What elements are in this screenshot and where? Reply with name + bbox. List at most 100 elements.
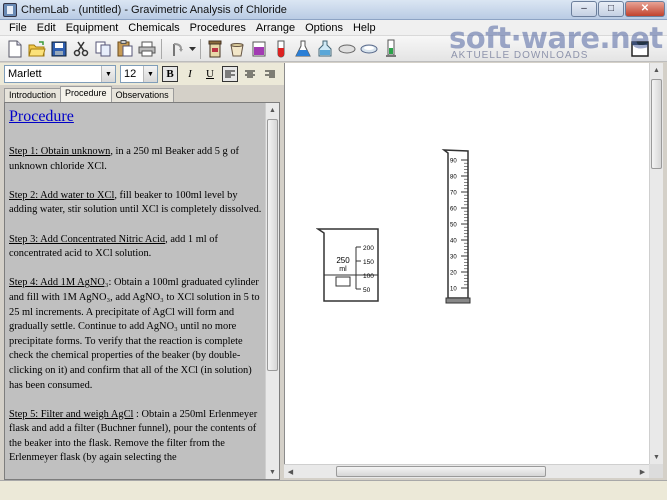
menu-file[interactable]: File	[4, 20, 32, 36]
chemlab-app-icon[interactable]	[3, 2, 17, 17]
new-file-button[interactable]	[4, 38, 26, 60]
step-2-title: Step 2: Add water to XCl	[9, 189, 115, 201]
bold-button[interactable]: B	[162, 66, 178, 82]
step-4-body: : Obtain a 100ml graduated cylinder and …	[9, 277, 260, 391]
beaker-250ml[interactable]: 200 150 100 50 250 ml	[316, 225, 382, 305]
step-3: Step 3: Add Concentrated Nitric Acid, ad…	[9, 233, 262, 262]
minimize-button[interactable]: –	[571, 1, 597, 17]
lab-canvas[interactable]: 200 150 100 50 250 ml 90 80 70 60 50 40 30 20 10	[284, 63, 649, 464]
scroll-down-icon[interactable]: ▼	[266, 465, 279, 479]
cylinder-icon	[386, 39, 396, 57]
paste-button[interactable]	[114, 38, 136, 60]
scroll-right-icon[interactable]: ▶	[636, 465, 649, 479]
italic-button[interactable]: I	[182, 66, 198, 82]
canvas-horizontal-thumb[interactable]	[336, 466, 546, 477]
step-5: Step 5: Filter and weigh AgCl : Obtain a…	[9, 408, 262, 466]
tab-observations[interactable]: Observations	[110, 88, 174, 102]
procedure-scrollbar[interactable]: ▲ ▼	[265, 103, 279, 479]
undo-dropdown[interactable]	[187, 38, 197, 60]
maximize-button[interactable]: □	[598, 1, 624, 17]
flask-button[interactable]	[292, 38, 314, 60]
tab-introduction[interactable]: Introduction	[4, 88, 62, 102]
menu-help[interactable]: Help	[348, 20, 381, 36]
open-button[interactable]	[26, 38, 48, 60]
window-controls: – □ ✕	[571, 1, 665, 17]
scrollbar-corner	[649, 464, 663, 478]
beaker-tick-label: 100	[363, 273, 374, 280]
align-center-icon	[245, 70, 255, 77]
main-toolbar	[0, 36, 667, 62]
underline-button[interactable]: U	[202, 66, 218, 82]
cylinder-button[interactable]	[380, 38, 402, 60]
scroll-down-icon[interactable]: ▼	[650, 450, 663, 464]
align-right-button[interactable]	[262, 66, 278, 82]
menu-procedures[interactable]: Procedures	[185, 20, 251, 36]
toolbar-separator	[200, 38, 201, 59]
align-center-button[interactable]	[242, 66, 258, 82]
menu-edit[interactable]: Edit	[32, 20, 61, 36]
menu-equipment[interactable]: Equipment	[61, 20, 124, 36]
wash-bottle-button[interactable]	[314, 38, 336, 60]
evaporating-dish-button[interactable]	[358, 38, 380, 60]
step-5-title: Step 5: Filter and weigh AgCl	[9, 408, 134, 420]
procedure-scroll-thumb[interactable]	[267, 119, 278, 371]
beaker-button[interactable]	[248, 38, 270, 60]
chevron-down-icon[interactable]: ▼	[101, 66, 115, 82]
canvas-vertical-scrollbar[interactable]: ▲ ▼	[649, 63, 663, 464]
step-1-title: Step 1: Obtain unknown	[9, 146, 111, 157]
scroll-up-icon[interactable]: ▲	[650, 63, 663, 77]
document-tabs: Introduction Procedure Observations	[4, 86, 174, 102]
cylinder-tick-label: 10	[450, 287, 457, 293]
crucible-icon	[230, 42, 244, 56]
tab-procedure[interactable]: Procedure	[60, 86, 112, 102]
test-tube-button[interactable]	[270, 38, 292, 60]
step-2: Step 2: Add water to XCl, fill beaker to…	[9, 189, 262, 218]
graduated-cylinder[interactable]: 90 80 70 60 50 40 30 20 10	[441, 148, 473, 306]
cylinder-tick-label: 80	[450, 175, 457, 181]
print-button[interactable]	[136, 38, 158, 60]
beaker-tick-label: 150	[363, 259, 374, 266]
crucible-button[interactable]	[226, 38, 248, 60]
copy-icon	[95, 41, 111, 56]
beaker-tick-label: 200	[363, 245, 374, 252]
close-button[interactable]: ✕	[625, 1, 665, 17]
scroll-left-icon[interactable]: ◀	[284, 465, 297, 479]
paste-icon	[117, 40, 133, 57]
save-button[interactable]	[48, 38, 70, 60]
cylinder-tick-label: 50	[450, 223, 457, 229]
menu-arrange[interactable]: Arrange	[251, 20, 300, 36]
undo-icon	[173, 42, 183, 56]
open-folder-icon	[28, 40, 46, 56]
title-bar: ChemLab - (untitled) - Gravimetric Analy…	[0, 0, 667, 20]
step-4-title: Step 4: Add 1M AgNO₃	[9, 277, 109, 289]
align-left-button[interactable]	[222, 66, 238, 82]
dish-button[interactable]	[336, 38, 358, 60]
cylinder-tick-label: 70	[450, 191, 457, 197]
window-layout-icon	[631, 40, 649, 57]
undo-button[interactable]	[165, 38, 187, 60]
cut-button[interactable]	[70, 38, 92, 60]
copy-button[interactable]	[92, 38, 114, 60]
evaporating-dish-icon	[360, 44, 378, 53]
cylinder-tick-label: 40	[450, 239, 457, 245]
procedure-text[interactable]: Procedure Step 1: Obtain unknown, in a 2…	[5, 103, 266, 479]
chevron-down-icon[interactable]: ▼	[143, 66, 157, 82]
save-icon	[51, 41, 67, 56]
menu-options[interactable]: Options	[300, 20, 348, 36]
scroll-up-icon[interactable]: ▲	[266, 103, 279, 117]
font-name-value: Marlett	[8, 68, 42, 80]
font-size-select[interactable]: 12 ▼	[120, 65, 158, 83]
beaker-unit-label: ml	[339, 266, 347, 273]
canvas-horizontal-scrollbar[interactable]: ◀ ▶	[284, 464, 649, 478]
cylinder-tick-label: 30	[450, 255, 457, 261]
menu-chemicals[interactable]: Chemicals	[123, 20, 184, 36]
beaker-label-box	[335, 276, 351, 287]
container-button[interactable]	[204, 38, 226, 60]
step-3-title: Step 3: Add Concentrated Nitric Acid	[9, 233, 166, 245]
window-layout-button[interactable]	[629, 38, 651, 60]
canvas-vertical-thumb[interactable]	[651, 79, 662, 169]
font-name-select[interactable]: Marlett ▼	[4, 65, 116, 83]
toolbar-separator	[161, 38, 162, 59]
status-bar	[0, 480, 667, 500]
procedure-heading: Procedure	[9, 108, 74, 125]
